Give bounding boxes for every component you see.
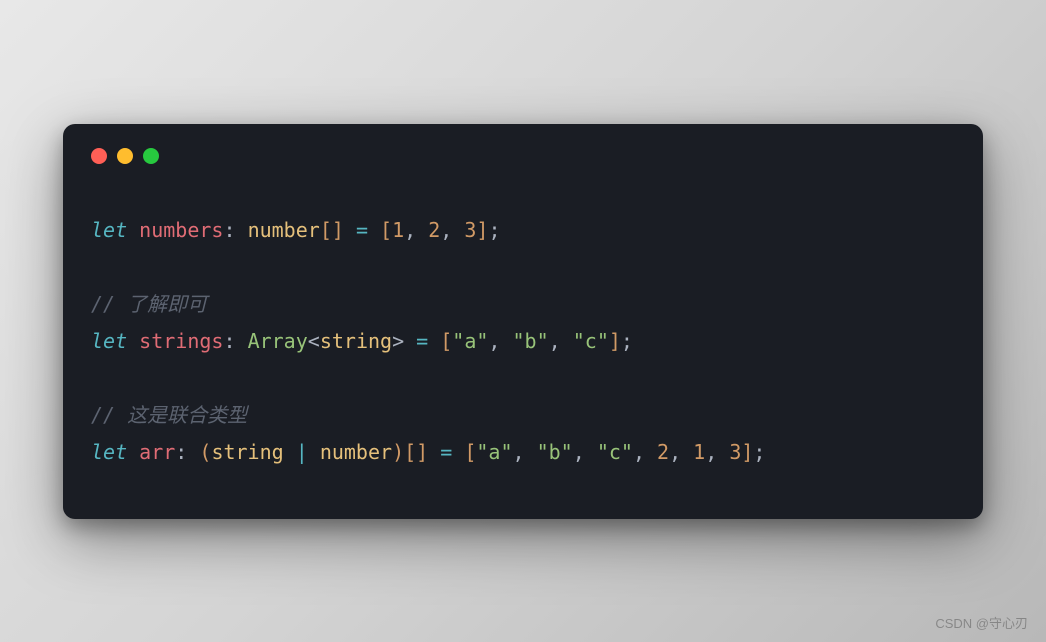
equals: = xyxy=(404,329,440,353)
string-literal: "a" xyxy=(476,440,512,464)
semicolon: ; xyxy=(753,440,765,464)
identifier: strings xyxy=(139,329,223,353)
equals: = xyxy=(344,218,380,242)
comma: , xyxy=(669,440,693,464)
string-literal: "a" xyxy=(452,329,488,353)
array-brackets: [] xyxy=(320,218,344,242)
angle-open: < xyxy=(308,329,320,353)
comma: , xyxy=(440,218,464,242)
bracket-open: [ xyxy=(380,218,392,242)
bracket-open: [ xyxy=(440,329,452,353)
keyword-let: let xyxy=(91,440,127,464)
watermark: CSDN @守心刃 xyxy=(935,613,1028,632)
semicolon: ; xyxy=(488,218,500,242)
bracket-close: ] xyxy=(741,440,753,464)
type-array: Array xyxy=(248,329,308,353)
code-line-2: let strings: Array<string> = ["a", "b", … xyxy=(91,329,633,353)
pipe: | xyxy=(284,440,320,464)
string-literal: "c" xyxy=(597,440,633,464)
string-literal: "b" xyxy=(537,440,573,464)
code-window: let numbers: number[] = [1, 2, 3]; // 了解… xyxy=(63,124,983,519)
maximize-icon[interactable] xyxy=(143,148,159,164)
type-name: number xyxy=(248,218,320,242)
window-titlebar xyxy=(91,148,955,164)
comma: , xyxy=(404,218,428,242)
number-literal: 2 xyxy=(657,440,669,464)
close-icon[interactable] xyxy=(91,148,107,164)
angle-close: > xyxy=(392,329,404,353)
number-literal: 1 xyxy=(392,218,404,242)
comment-line: // 这是联合类型 xyxy=(91,403,247,427)
code-block: let numbers: number[] = [1, 2, 3]; // 了解… xyxy=(91,212,955,471)
code-line-1: let numbers: number[] = [1, 2, 3]; xyxy=(91,218,501,242)
equals: = xyxy=(428,440,464,464)
type-name: number xyxy=(320,440,392,464)
paren-open: ( xyxy=(199,440,211,464)
code-line-3: let arr: (string | number)[] = ["a", "b"… xyxy=(91,440,765,464)
keyword-let: let xyxy=(91,329,127,353)
type-name: string xyxy=(320,329,392,353)
colon: : xyxy=(175,440,199,464)
number-literal: 3 xyxy=(464,218,476,242)
bracket-open: [ xyxy=(464,440,476,464)
type-name: string xyxy=(211,440,283,464)
comma: , xyxy=(705,440,729,464)
comment-line: // 了解即可 xyxy=(91,292,207,316)
identifier: numbers xyxy=(139,218,223,242)
number-literal: 2 xyxy=(428,218,440,242)
comma: , xyxy=(573,440,597,464)
bracket-close: ] xyxy=(609,329,621,353)
comma: , xyxy=(488,329,512,353)
number-literal: 1 xyxy=(693,440,705,464)
paren-close: ) xyxy=(392,440,404,464)
comma: , xyxy=(549,329,573,353)
comma: , xyxy=(633,440,657,464)
array-brackets: [] xyxy=(404,440,428,464)
comma: , xyxy=(513,440,537,464)
keyword-let: let xyxy=(91,218,127,242)
number-literal: 3 xyxy=(729,440,741,464)
string-literal: "c" xyxy=(573,329,609,353)
semicolon: ; xyxy=(621,329,633,353)
colon: : xyxy=(223,218,247,242)
identifier: arr xyxy=(139,440,175,464)
colon: : xyxy=(223,329,247,353)
minimize-icon[interactable] xyxy=(117,148,133,164)
bracket-close: ] xyxy=(476,218,488,242)
string-literal: "b" xyxy=(513,329,549,353)
